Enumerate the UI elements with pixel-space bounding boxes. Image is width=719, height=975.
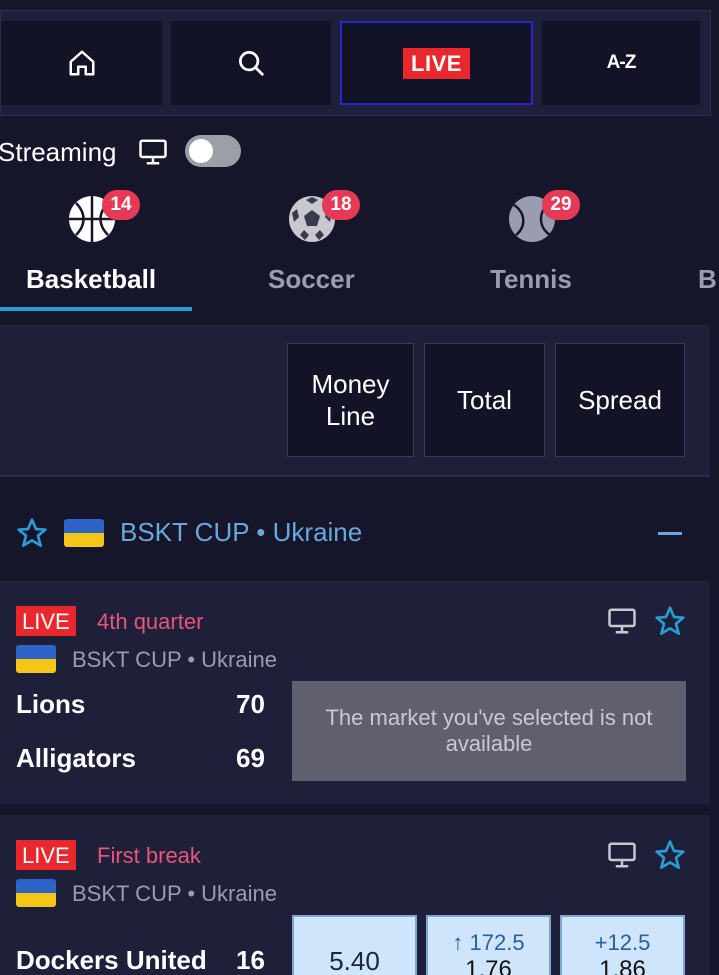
home-team: Lions [16, 689, 86, 719]
ukraine-flag-icon [64, 519, 104, 547]
streaming-row: Streaming [0, 134, 117, 170]
market-selector: Money Line Total Spread [0, 325, 710, 477]
collapse-icon[interactable] [658, 532, 682, 535]
count-badge: 14 [102, 190, 140, 220]
az-label: A-Z [606, 52, 637, 73]
home-team: Dockers United [16, 945, 207, 975]
tab-label: Tennis [490, 264, 572, 294]
away-team: Alligators [16, 743, 136, 773]
active-tab-indicator [0, 307, 192, 311]
az-button[interactable]: A-Z [542, 21, 700, 105]
home-score: 70 [236, 689, 265, 719]
monitor-icon[interactable] [606, 606, 638, 636]
event-card[interactable]: LIVE First break BSKT CUP • Ukraine Dock… [0, 815, 710, 975]
odd-total-button[interactable]: ↑ 172.5 1.76 [426, 915, 551, 975]
odd-line: ↑ 172.5 [452, 930, 525, 955]
event-status: 4th quarter [97, 609, 204, 634]
market-total-button[interactable]: Total [424, 343, 545, 457]
odd-spread-button[interactable]: +12.5 1.86 [560, 915, 685, 975]
market-label: Total [457, 385, 512, 415]
event-league: BSKT CUP • Ukraine [72, 647, 277, 672]
away-score: 69 [236, 743, 265, 773]
count-badge: 29 [542, 190, 580, 220]
tab-basketball[interactable]: 14 Basketball [0, 190, 192, 310]
tab-label: Soccer [268, 264, 355, 294]
home-button[interactable] [1, 21, 162, 105]
event-league: BSKT CUP • Ukraine [72, 881, 277, 906]
ukraine-flag-icon [16, 879, 56, 907]
monitor-icon [139, 139, 167, 165]
league-header[interactable]: BSKT CUP • Ukraine [0, 498, 710, 568]
streaming-label: Streaming [0, 136, 117, 167]
toggle-knob [189, 139, 213, 163]
market-money-line-button[interactable]: Money Line [287, 343, 414, 457]
star-icon[interactable] [16, 517, 48, 549]
tab-soccer[interactable]: 18 Soccer [220, 190, 420, 310]
league-title: BSKT CUP • Ukraine [120, 517, 363, 547]
home-icon [69, 50, 94, 76]
market-unavailable-message: The market you've selected is not availa… [292, 681, 686, 781]
market-label: Spread [578, 385, 662, 415]
search-button[interactable] [171, 21, 331, 105]
tab-label: B [698, 264, 717, 294]
ukraine-flag-icon [16, 645, 56, 673]
live-badge: LIVE [16, 606, 76, 636]
market-spread-button[interactable]: Spread [555, 343, 685, 457]
odd-value: 1.86 [599, 956, 646, 975]
top-nav: LIVE A-Z [0, 10, 711, 116]
star-icon[interactable] [654, 605, 686, 637]
event-status: First break [97, 843, 201, 868]
count-badge: 18 [322, 190, 360, 220]
live-label: LIVE [403, 47, 470, 79]
odd-line: +12.5 [594, 930, 651, 955]
tab-tennis[interactable]: 29 Tennis [440, 190, 640, 310]
live-badge: LIVE [16, 840, 76, 870]
odd-money-line-button[interactable]: 5.40 [292, 915, 417, 975]
event-card[interactable]: LIVE 4th quarter BSKT CUP • Ukraine Lion… [0, 581, 710, 804]
tab-next-sport[interactable]: B [660, 190, 719, 310]
odd-value: 5.40 [329, 945, 380, 975]
streaming-toggle[interactable] [185, 135, 241, 167]
market-label-line2: Line [325, 401, 376, 431]
odd-value: 1.76 [465, 956, 512, 975]
search-icon [239, 51, 264, 76]
market-label-line1: Money [311, 369, 390, 399]
star-icon[interactable] [654, 839, 686, 871]
home-score: 16 [236, 945, 265, 975]
tab-label: Basketball [26, 264, 157, 294]
monitor-icon[interactable] [606, 840, 638, 870]
live-nav-button[interactable]: LIVE [340, 21, 533, 105]
